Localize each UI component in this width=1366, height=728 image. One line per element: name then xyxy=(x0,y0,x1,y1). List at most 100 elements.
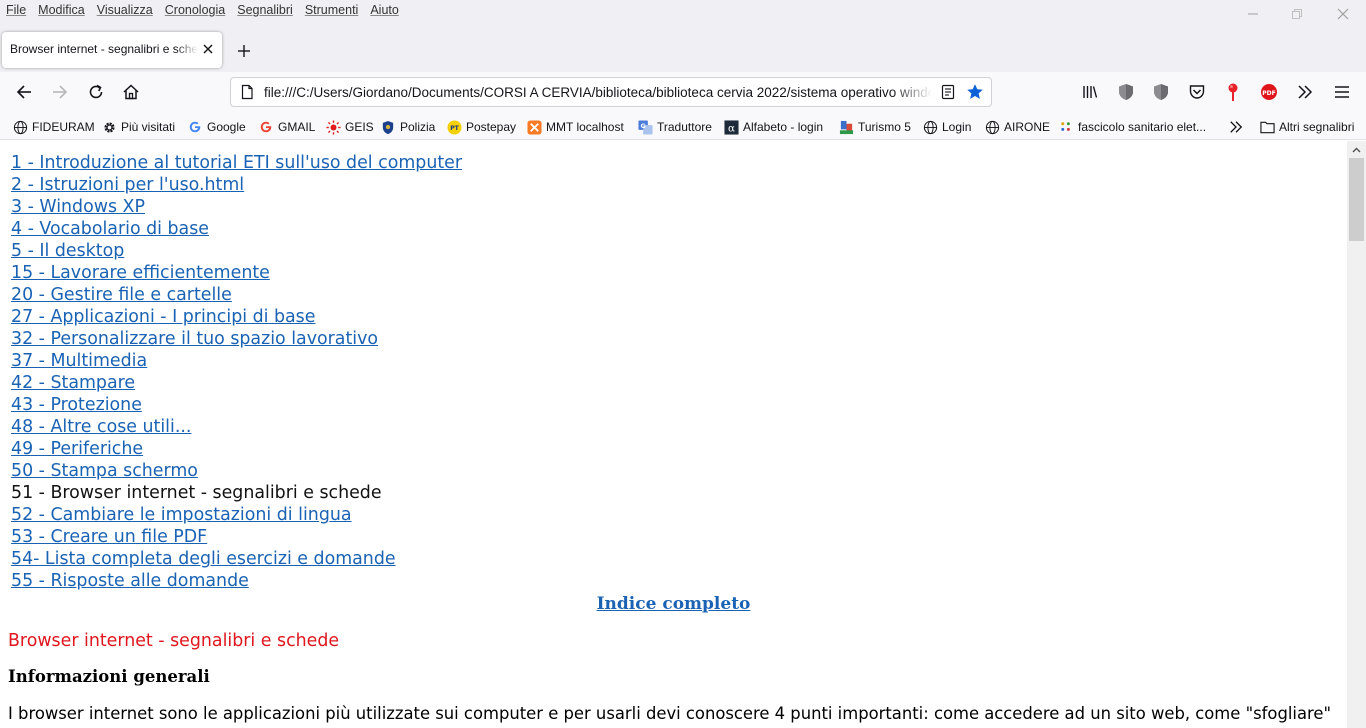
app-menu-button[interactable] xyxy=(1332,82,1352,102)
google-icon xyxy=(187,119,203,135)
close-icon xyxy=(203,44,213,54)
toc-link[interactable]: 5 - Il desktop xyxy=(11,240,462,262)
toc-link[interactable]: 3 - Windows XP xyxy=(11,196,462,218)
svg-text:PDF: PDF xyxy=(1262,90,1275,97)
pdf-extension-button[interactable]: PDF xyxy=(1259,82,1279,102)
toc-link[interactable]: 53 - Creare un file PDF xyxy=(11,526,462,548)
toc-link[interactable]: 48 - Altre cose utili... xyxy=(11,416,462,438)
toc-link[interactable]: 50 - Stampa schermo xyxy=(11,460,462,482)
reload-button[interactable] xyxy=(86,82,106,102)
bookmark-postepay[interactable]: PT Postepay xyxy=(446,118,516,136)
scroll-up-button[interactable] xyxy=(1347,141,1366,158)
restore-button[interactable] xyxy=(1274,0,1320,28)
shield-extension-button-2[interactable] xyxy=(1151,82,1171,102)
reader-view-icon[interactable] xyxy=(940,84,956,104)
other-bookmarks-folder[interactable]: Altri segnalibri xyxy=(1259,118,1354,136)
turismo-icon xyxy=(838,119,854,135)
folder-icon xyxy=(1259,119,1275,135)
restore-icon xyxy=(1292,9,1302,19)
toc-link[interactable]: 1 - Introduzione al tutorial ETI sull'us… xyxy=(11,152,462,174)
toc-link[interactable]: 52 - Cambiare le impostazioni di lingua xyxy=(11,504,462,526)
arrow-right-icon xyxy=(53,85,68,99)
bookmark-label: Login xyxy=(942,120,972,134)
url-text[interactable]: file:///C:/Users/Giordano/Documents/CORS… xyxy=(264,85,932,100)
dots-icon xyxy=(1058,119,1074,135)
pin-icon xyxy=(1228,83,1238,101)
arrow-left-icon xyxy=(16,85,31,99)
sun-icon xyxy=(325,119,341,135)
bookmark-traduttore[interactable]: G Traduttore xyxy=(637,118,712,136)
translate-icon: G xyxy=(637,119,653,135)
shield-extension-button[interactable] xyxy=(1116,82,1136,102)
bookmark-alfabeto[interactable]: α Alfabeto - login xyxy=(723,118,823,136)
bookmark-label: FIDEURAM xyxy=(32,120,95,134)
bookmark-google[interactable]: Google xyxy=(187,118,246,136)
bookmark-geis[interactable]: GEIS xyxy=(325,118,374,136)
bookmark-piu-visitati[interactable]: Più visitati xyxy=(101,118,175,136)
bookmarks-overflow-button[interactable] xyxy=(1229,118,1243,136)
back-button[interactable] xyxy=(14,82,34,102)
shield-icon xyxy=(1154,84,1168,100)
pin-extension-button[interactable] xyxy=(1223,82,1243,102)
full-index-link[interactable]: Indice completo xyxy=(0,594,1347,614)
bookmark-star-icon[interactable] xyxy=(966,83,984,105)
menu-visualizza[interactable]: Visualizza xyxy=(97,3,153,17)
toc-link[interactable]: 42 - Stampare xyxy=(11,372,462,394)
alfabeto-icon: α xyxy=(723,119,739,135)
toc-link[interactable]: 43 - Protezione xyxy=(11,394,462,416)
bookmark-label: Polizia xyxy=(400,120,436,134)
toc-link[interactable]: 32 - Personalizzare il tuo spazio lavora… xyxy=(11,328,462,350)
globe-icon xyxy=(922,119,938,135)
toc-link[interactable]: 20 - Gestire file e cartelle xyxy=(11,284,462,306)
menu-file[interactable]: File xyxy=(6,3,26,17)
menu-strumenti[interactable]: Strumenti xyxy=(305,3,359,17)
bookmark-label: Più visitati xyxy=(121,120,176,134)
menu-aiuto[interactable]: Aiuto xyxy=(370,3,399,17)
menu-segnalibri[interactable]: Segnalibri xyxy=(237,3,293,17)
toc-link[interactable]: 49 - Periferiche xyxy=(11,438,462,460)
vertical-scrollbar[interactable] xyxy=(1347,141,1366,728)
pocket-button[interactable] xyxy=(1187,82,1207,102)
toc-link[interactable]: 15 - Lavorare efficientemente xyxy=(11,262,462,284)
menu-cronologia[interactable]: Cronologia xyxy=(165,3,225,17)
overflow-menu-button[interactable] xyxy=(1295,82,1315,102)
toc-link[interactable]: 55 - Risposte alle domande xyxy=(11,570,462,592)
bookmark-login[interactable]: Login xyxy=(922,118,971,136)
close-window-button[interactable] xyxy=(1320,0,1366,28)
minimize-button[interactable] xyxy=(1230,0,1276,28)
intro-paragraph: I browser internet sono le applicazioni … xyxy=(8,704,1332,723)
toc-link[interactable]: 4 - Vocabolario di base xyxy=(11,218,462,240)
toc-link[interactable]: 54- Lista completa degli esercizi e doma… xyxy=(11,548,462,570)
tab-title: Browser internet - segnalibri e schede xyxy=(10,42,198,56)
home-icon xyxy=(123,84,139,100)
toc-link[interactable]: 37 - Multimedia xyxy=(11,350,462,372)
scroll-thumb[interactable] xyxy=(1349,158,1364,241)
toc-link[interactable]: 2 - Istruzioni per l'uso.html xyxy=(11,174,462,196)
shield-icon xyxy=(1119,84,1133,100)
postepay-icon: PT xyxy=(446,119,462,135)
menu-bar: File Modifica Visualizza Cronologia Segn… xyxy=(0,0,1366,26)
bookmark-mmt-localhost[interactable]: MMT localhost xyxy=(526,118,624,136)
bookmark-fideuram[interactable]: FIDEURAM xyxy=(12,118,95,136)
tab-close-button[interactable] xyxy=(200,41,216,57)
section-subtitle: Informazioni generali xyxy=(8,667,210,686)
bookmark-gmail[interactable]: GMAIL xyxy=(258,118,315,136)
bookmark-label: Postepay xyxy=(466,120,517,134)
tab-active[interactable]: Browser internet - segnalibri e schede xyxy=(2,32,222,68)
bookmark-polizia[interactable]: Polizia xyxy=(380,118,435,136)
bookmark-turismo-5[interactable]: Turismo 5 xyxy=(838,118,911,136)
xampp-icon xyxy=(526,119,542,135)
bookmark-airone[interactable]: AIRONE xyxy=(984,118,1050,136)
menu-modifica[interactable]: Modifica xyxy=(38,3,85,17)
url-bar[interactable]: file:///C:/Users/Giordano/Documents/CORS… xyxy=(230,77,992,107)
new-tab-button[interactable] xyxy=(234,41,254,61)
forward-button[interactable] xyxy=(50,82,70,102)
toc-link[interactable]: 27 - Applicazioni - I principi di base xyxy=(11,306,462,328)
section-title: Browser internet - segnalibri e schede xyxy=(8,631,340,651)
home-button[interactable] xyxy=(121,82,141,102)
toc-current-item: 51 - Browser internet - segnalibri e sch… xyxy=(11,483,382,503)
library-icon xyxy=(1083,86,1098,98)
library-button[interactable] xyxy=(1080,82,1100,102)
chevron-double-right-icon xyxy=(1298,85,1313,99)
bookmark-fascicolo-sanitario[interactable]: fascicolo sanitario elet... xyxy=(1058,118,1206,136)
